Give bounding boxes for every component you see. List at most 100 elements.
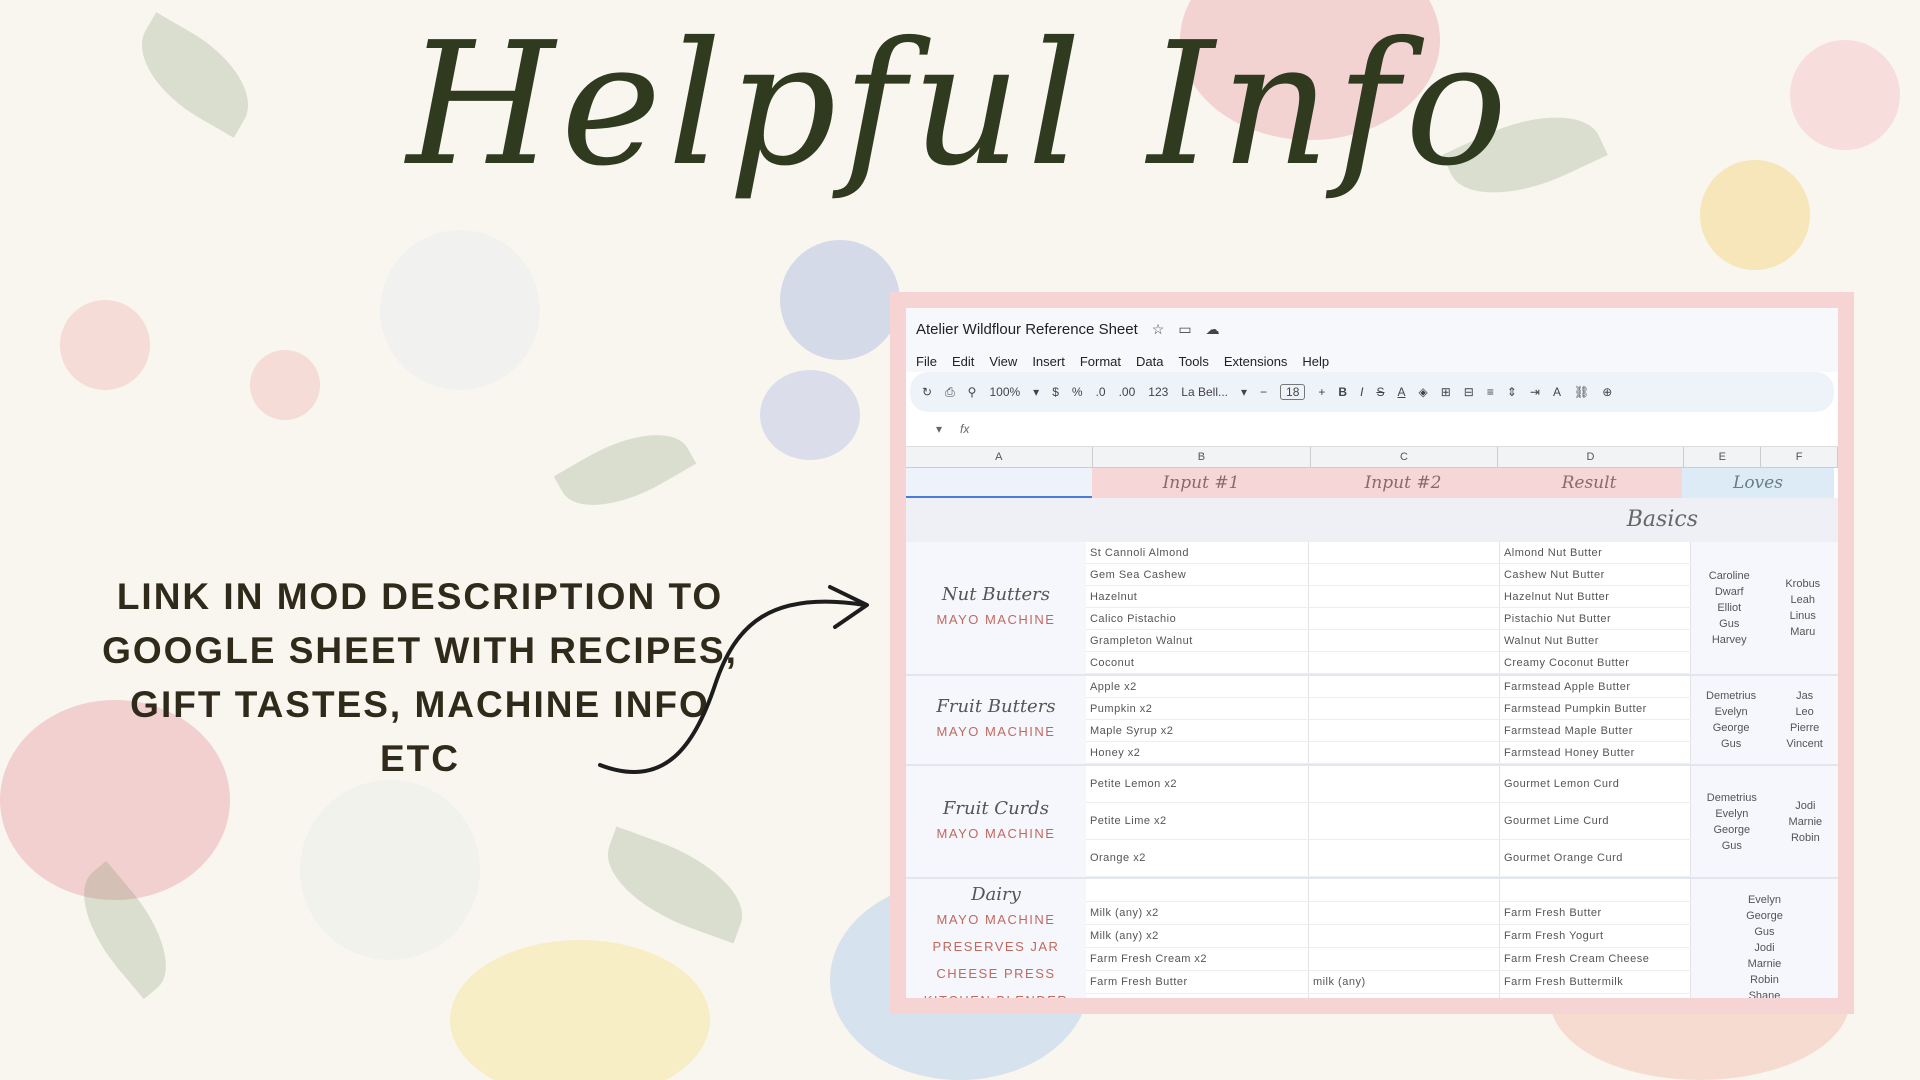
input2-cell[interactable] xyxy=(1309,994,1500,998)
result-cell[interactable]: Farmstead Maple Butter xyxy=(1500,720,1691,741)
menu-format[interactable]: Format xyxy=(1080,354,1121,369)
result-cell[interactable]: Farmstead Apple Butter xyxy=(1500,676,1691,697)
input1-cell[interactable]: Gem Sea Cashew xyxy=(1086,564,1309,585)
result-cell[interactable]: Farm Fresh Yogurt xyxy=(1500,925,1691,947)
decrease-decimal-button[interactable]: .0 xyxy=(1096,385,1106,399)
menu-tools[interactable]: Tools xyxy=(1178,354,1208,369)
menu-view[interactable]: View xyxy=(989,354,1017,369)
result-cell[interactable]: Farmstead Honey Butter xyxy=(1500,742,1691,763)
column-d[interactable]: D xyxy=(1498,447,1685,467)
menu-extensions[interactable]: Extensions xyxy=(1224,354,1288,369)
text-wrap-icon[interactable]: ⇥ xyxy=(1530,385,1540,399)
link-icon[interactable]: ⛓ xyxy=(1574,385,1589,399)
redo-icon[interactable]: ↻ xyxy=(922,385,932,399)
header-result[interactable]: Result xyxy=(1496,468,1682,498)
input2-cell[interactable] xyxy=(1309,766,1500,802)
result-cell[interactable]: Farm Fresh Buttermilk xyxy=(1500,971,1691,993)
borders-icon[interactable]: ⊞ xyxy=(1441,385,1451,399)
result-cell[interactable]: Farmstead Pumpkin Butter xyxy=(1500,698,1691,719)
merge-cells-icon[interactable]: ⊟ xyxy=(1464,385,1474,399)
input2-cell[interactable] xyxy=(1309,925,1500,947)
column-a[interactable]: A xyxy=(906,447,1093,467)
column-f[interactable]: F xyxy=(1761,447,1838,467)
align-icon[interactable]: ≡ xyxy=(1487,385,1494,399)
font-size-input[interactable]: 18 xyxy=(1280,384,1306,400)
input2-cell[interactable] xyxy=(1309,742,1500,763)
category-cell[interactable]: Dairy MAYO MACHINE PRESERVES JAR CHEESE PRE… xyxy=(906,879,1086,998)
loves-cell[interactable]: Evelyn George Gus Jodi Marnie Robin Shane xyxy=(1690,879,1838,998)
increase-decimal-button[interactable]: .00 xyxy=(1119,385,1136,399)
fill-color-icon[interactable]: ◈ xyxy=(1418,385,1427,399)
input2-cell[interactable] xyxy=(1309,542,1500,563)
column-c[interactable]: C xyxy=(1311,447,1498,467)
input2-cell[interactable] xyxy=(1309,564,1500,585)
bold-icon[interactable]: B xyxy=(1338,385,1347,399)
category-cell[interactable]: Fruit Butters MAYO MACHINE xyxy=(906,676,1086,764)
input2-cell[interactable] xyxy=(1309,720,1500,741)
input1-cell[interactable]: Orange x2 xyxy=(1086,840,1309,876)
input2-cell[interactable] xyxy=(1309,902,1500,924)
input1-cell[interactable]: Apple x2 xyxy=(1086,676,1309,697)
paint-format-icon[interactable]: ⚲ xyxy=(968,385,977,399)
header-loves[interactable]: Loves xyxy=(1682,468,1834,498)
category-cell[interactable]: Fruit Curds MAYO MACHINE xyxy=(906,766,1086,877)
text-color-icon[interactable]: A xyxy=(1397,385,1405,399)
input1-cell[interactable]: Maple Syrup x2 xyxy=(1086,720,1309,741)
menu-edit[interactable]: Edit xyxy=(952,354,974,369)
number-format-button[interactable]: 123 xyxy=(1148,385,1168,399)
input2-cell[interactable] xyxy=(1309,879,1500,901)
italic-icon[interactable]: I xyxy=(1360,385,1363,399)
menu-file[interactable]: File xyxy=(916,354,937,369)
input2-cell[interactable] xyxy=(1309,698,1500,719)
result-cell[interactable]: Farm Fresh Cream Cheese xyxy=(1500,948,1691,970)
minus-icon[interactable]: − xyxy=(1260,385,1267,399)
currency-button[interactable]: $ xyxy=(1052,385,1059,399)
result-cell[interactable]: Farm Fresh Butter xyxy=(1500,902,1691,924)
header-input1[interactable]: Input #1 xyxy=(1092,468,1310,498)
result-cell[interactable]: Almond Nut Butter xyxy=(1500,542,1691,563)
percent-button[interactable]: % xyxy=(1072,385,1083,399)
input2-cell[interactable] xyxy=(1309,608,1500,629)
print-icon[interactable]: ⎙ xyxy=(945,385,955,400)
result-cell[interactable]: Hazelnut Nut Butter xyxy=(1500,586,1691,607)
result-cell[interactable]: Cashew Nut Butter xyxy=(1500,564,1691,585)
input1-cell[interactable]: Coconut xyxy=(1086,652,1309,673)
comment-icon[interactable]: ⊕ xyxy=(1602,385,1612,399)
cloud-icon[interactable]: ☁ xyxy=(1206,321,1220,338)
result-cell[interactable]: Walnut Nut Butter xyxy=(1500,630,1691,651)
chevron-down-icon[interactable]: ▾ xyxy=(1241,385,1247,399)
input1-cell[interactable] xyxy=(1086,879,1309,901)
input2-cell[interactable] xyxy=(1309,586,1500,607)
input2-cell[interactable] xyxy=(1309,652,1500,673)
loves-cell[interactable]: Demetrius Evelyn George Gus Jas Leo Pierre Vinc… xyxy=(1690,676,1838,764)
result-cell[interactable]: Gourmet Lime Curd xyxy=(1500,803,1691,839)
vertical-align-icon[interactable]: ⇕ xyxy=(1507,385,1517,399)
input1-cell[interactable]: Grampleton Walnut xyxy=(1086,630,1309,651)
chevron-down-icon[interactable]: ▾ xyxy=(1033,385,1039,399)
input1-cell[interactable]: Petite Lemon x2 xyxy=(1086,766,1309,802)
input2-cell[interactable] xyxy=(1309,840,1500,876)
input1-cell[interactable]: Calico Pistachio xyxy=(1086,608,1309,629)
text-rotate-icon[interactable]: A xyxy=(1553,385,1561,399)
input2-cell[interactable] xyxy=(1309,948,1500,970)
input2-cell[interactable] xyxy=(1309,676,1500,697)
result-cell[interactable]: Gourmet Orange Curd xyxy=(1500,840,1691,876)
result-cell[interactable]: Pistachio Nut Butter xyxy=(1500,608,1691,629)
input2-cell[interactable] xyxy=(1309,803,1500,839)
result-cell[interactable] xyxy=(1500,879,1691,901)
plus-icon[interactable]: + xyxy=(1318,385,1325,399)
chevron-down-icon[interactable]: ▾ xyxy=(936,422,942,436)
column-e[interactable]: E xyxy=(1684,447,1762,467)
font-select[interactable]: La Bell... xyxy=(1181,385,1228,399)
input1-cell[interactable]: Milk (any) x2 xyxy=(1086,994,1309,998)
column-b[interactable]: B xyxy=(1093,447,1312,467)
result-cell[interactable]: Farm Fresh Cream xyxy=(1500,994,1691,998)
zoom-select[interactable]: 100% xyxy=(989,385,1020,399)
menu-insert[interactable]: Insert xyxy=(1032,354,1065,369)
result-cell[interactable]: Creamy Coconut Butter xyxy=(1500,652,1691,673)
input1-cell[interactable]: Honey x2 xyxy=(1086,742,1309,763)
input1-cell[interactable]: Milk (any) x2 xyxy=(1086,902,1309,924)
header-input2[interactable]: Input #2 xyxy=(1310,468,1496,498)
doc-title[interactable]: Atelier Wildflour Reference Sheet xyxy=(916,321,1138,338)
input1-cell[interactable]: Farm Fresh Cream x2 xyxy=(1086,948,1309,970)
